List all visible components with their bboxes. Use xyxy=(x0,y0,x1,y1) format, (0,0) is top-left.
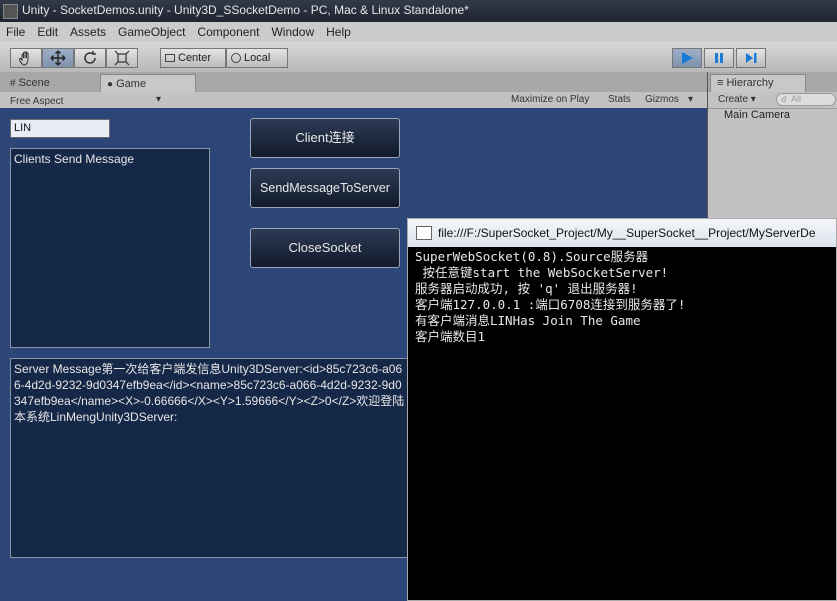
gizmos-dropdown[interactable]: Gizmos xyxy=(645,94,679,105)
console-line: 按任意键start the WebSocketServer! xyxy=(415,265,669,280)
step-button[interactable] xyxy=(736,48,766,68)
unity-logo-icon xyxy=(3,4,18,19)
menu-file[interactable]: File xyxy=(0,22,31,39)
create-dropdown[interactable]: Create ▾ xyxy=(718,94,756,105)
pivot-center-toggle[interactable]: Center xyxy=(160,48,226,68)
move-tool-button[interactable] xyxy=(42,48,74,68)
list-icon: ≡ xyxy=(717,77,724,89)
console-titlebar: file:///F:/SuperSocket_Project/My__Super… xyxy=(408,219,836,247)
menu-edit[interactable]: Edit xyxy=(31,22,64,39)
game-controller-icon: ● xyxy=(107,79,114,90)
console-window: file:///F:/SuperSocket_Project/My__Super… xyxy=(407,218,837,601)
console-line: 客户端数目1 xyxy=(415,329,486,344)
game-view-toolbar: Free Aspect ▾ Maximize on Play Stats Giz… xyxy=(0,92,707,109)
pause-icon xyxy=(715,53,723,63)
search-icon: ☌ xyxy=(781,94,788,104)
space-label: Local xyxy=(244,52,271,64)
name-input[interactable]: LIN xyxy=(10,119,110,138)
console-line: 服务器启动成功, 按 'q' 退出服务器! xyxy=(415,281,638,296)
client-message-textarea[interactable]: Clients Send Message xyxy=(10,148,210,348)
hierarchy-search-input[interactable]: ☌ All xyxy=(776,93,836,106)
local-space-icon xyxy=(231,53,241,64)
console-title: file:///F:/SuperSocket_Project/My__Super… xyxy=(438,226,816,240)
hierarchy-toolbar: Create ▾ ☌ All xyxy=(708,92,837,109)
console-output: SuperWebSocket(0.8).Source服务器 按任意键start … xyxy=(415,249,835,345)
tab-scene[interactable]: # Scene xyxy=(4,74,58,92)
stats-toggle[interactable]: Stats xyxy=(608,94,631,105)
tab-scene-label: Scene xyxy=(18,77,50,89)
play-icon xyxy=(682,52,693,64)
scene-grid-icon: # xyxy=(10,78,16,89)
tab-hierarchy[interactable]: ≡ Hierarchy xyxy=(710,74,806,92)
console-line: SuperWebSocket(0.8).Source服务器 xyxy=(415,249,649,264)
menubar: File Edit Assets GameObject Component Window H… xyxy=(0,22,837,42)
console-app-icon xyxy=(416,226,432,240)
menu-window[interactable]: Window xyxy=(265,22,320,39)
gizmos-dropdown-arrow-icon: ▾ xyxy=(688,94,694,105)
play-button[interactable] xyxy=(672,48,702,68)
hand-tool-button[interactable] xyxy=(10,48,42,68)
menu-gameobject[interactable]: GameObject xyxy=(112,22,191,39)
hand-icon xyxy=(18,51,29,66)
scale-icon xyxy=(114,50,130,66)
menu-help[interactable]: Help xyxy=(320,22,357,39)
send-message-button[interactable]: SendMessageToServer xyxy=(250,168,400,208)
menu-component[interactable]: Component xyxy=(191,22,265,39)
hierarchy-panel: ≡ Hierarchy Create ▾ ☌ All Main Camera xyxy=(707,72,837,222)
maximize-on-play-toggle[interactable]: Maximize on Play xyxy=(511,94,589,105)
window-title: Unity - SocketDemos.unity - Unity3D_SSoc… xyxy=(22,3,469,17)
console-line: 有客户端消息LINHas Join The Game xyxy=(415,313,641,328)
hierarchy-item-main-camera[interactable]: Main Camera xyxy=(708,109,837,124)
close-socket-button[interactable]: CloseSocket xyxy=(250,228,400,268)
rotate-tool-button[interactable] xyxy=(74,48,106,68)
pause-button[interactable] xyxy=(704,48,734,68)
create-label: Create xyxy=(718,94,749,105)
hierarchy-tab-strip: ≡ Hierarchy xyxy=(708,72,837,93)
tab-game-label: Game xyxy=(116,78,147,90)
aspect-dropdown-arrow-icon: ▾ xyxy=(156,94,162,105)
step-icon xyxy=(746,53,757,63)
client-connect-button[interactable]: Client连接 xyxy=(250,118,400,158)
view-tabs: # Scene ● Game xyxy=(0,72,707,93)
window-titlebar: Unity - SocketDemos.unity - Unity3D_SSoc… xyxy=(0,0,837,22)
hierarchy-title: Hierarchy xyxy=(726,77,774,89)
scale-tool-button[interactable] xyxy=(106,48,138,68)
search-placeholder: All xyxy=(791,94,802,104)
pivot-icon xyxy=(165,54,175,63)
console-line: 客户端127.0.0.1 :端口6708连接到服务器了! xyxy=(415,297,686,312)
pivot-label: Center xyxy=(178,52,212,64)
server-message-textarea[interactable]: Server Message第一次给客户端发信息Unity3DServer:<i… xyxy=(10,358,410,558)
main-toolbar: Center Local xyxy=(0,42,837,73)
tab-game[interactable]: ● Game xyxy=(100,74,196,92)
menu-assets[interactable]: Assets xyxy=(64,22,112,39)
aspect-label: Free Aspect xyxy=(10,96,64,107)
space-local-toggle[interactable]: Local xyxy=(226,48,288,68)
rotate-icon xyxy=(84,51,96,64)
move-arrows-icon xyxy=(50,50,66,66)
